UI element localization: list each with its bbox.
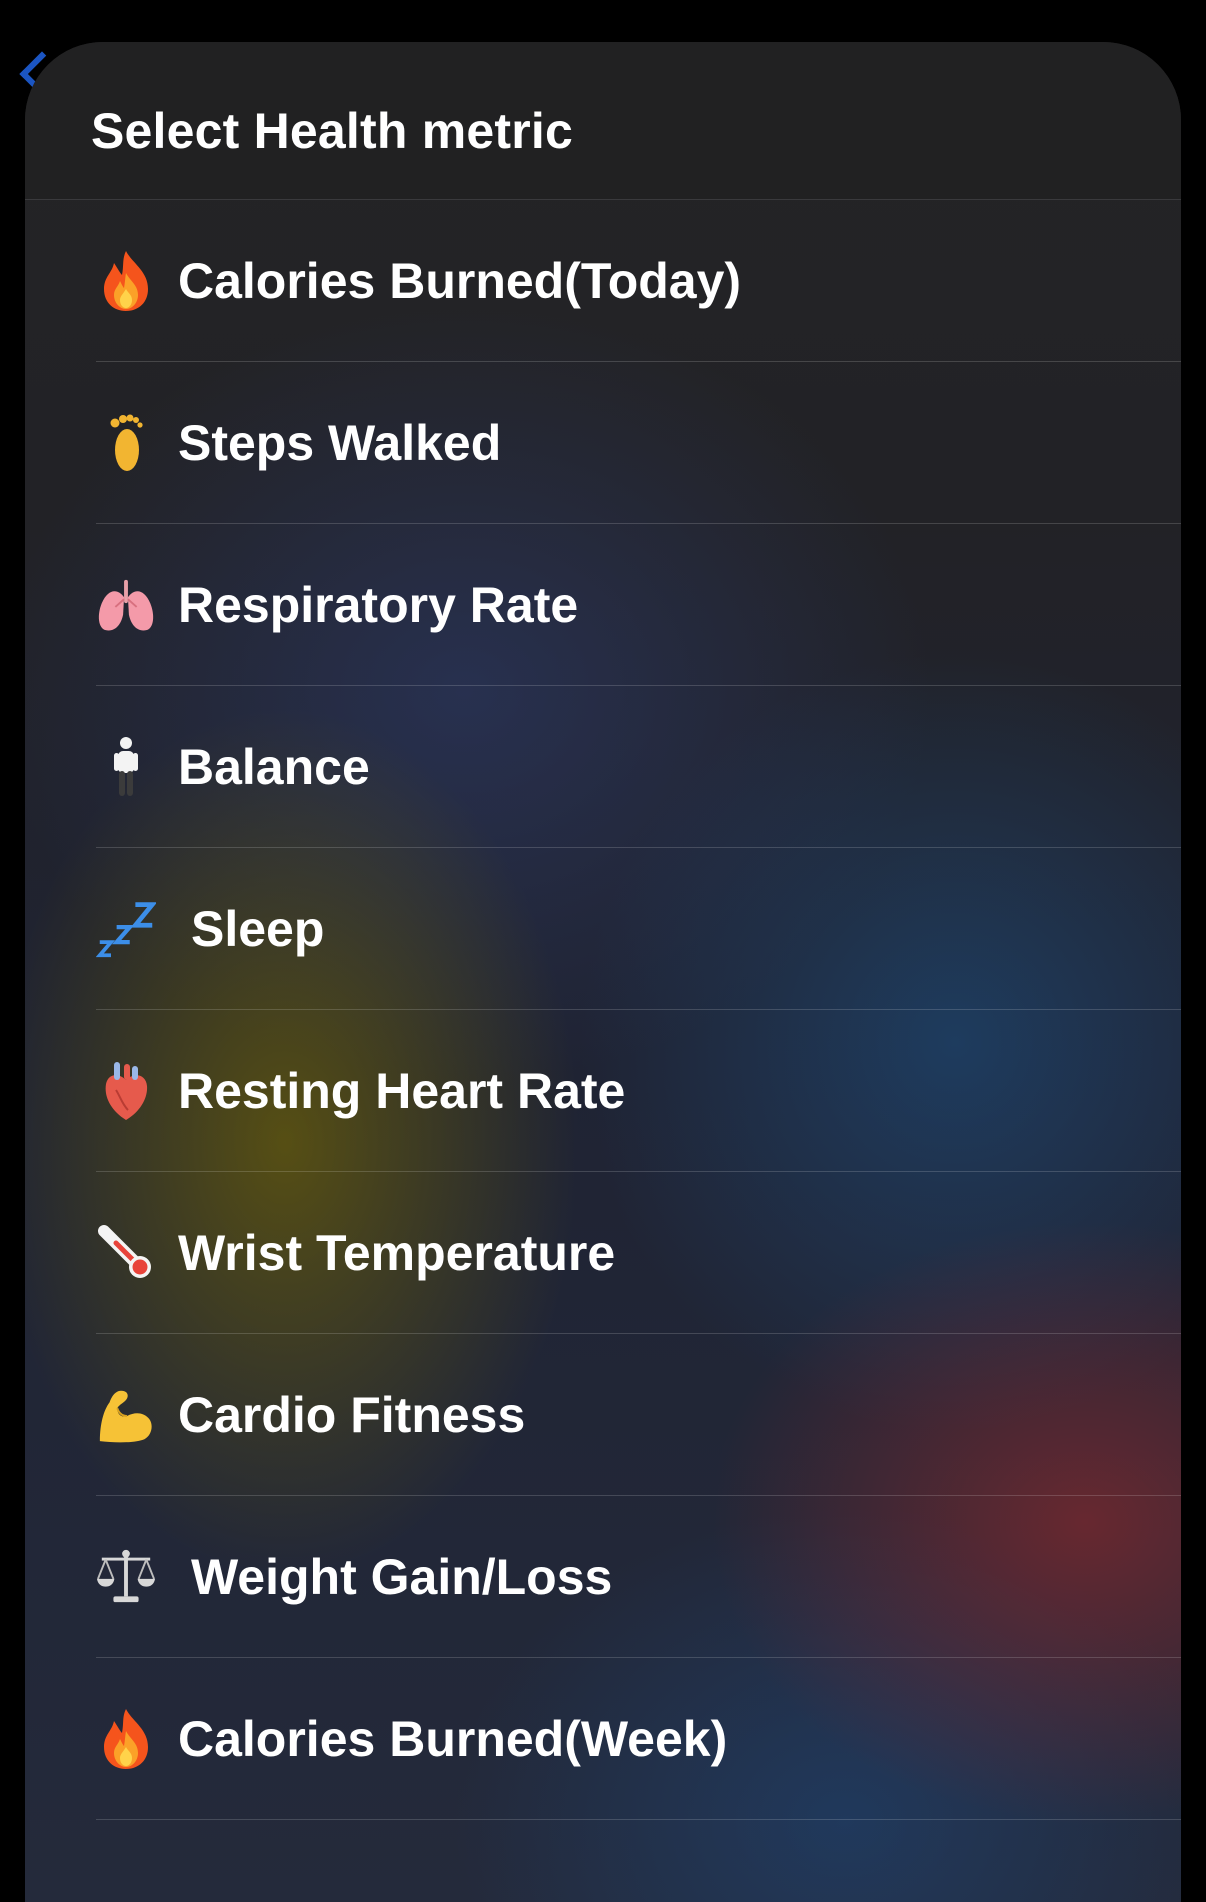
footprint-icon (96, 362, 156, 524)
metric-label: Respiratory Rate (178, 577, 579, 633)
metric-label: Calories Burned(Week) (178, 1711, 728, 1767)
lungs-icon (96, 524, 156, 686)
metric-label: Sleep (191, 901, 325, 957)
list-item-cardio-fitness[interactable]: Cardio Fitness (25, 1334, 1181, 1496)
flexed-biceps-icon (96, 1334, 156, 1496)
list-item-balance[interactable]: Balance (25, 686, 1181, 848)
metric-label: Wrist Temperature (178, 1225, 616, 1281)
list-item-steps[interactable]: Steps Walked (25, 362, 1181, 524)
list-item-wrist-temperature[interactable]: Wrist Temperature (25, 1172, 1181, 1334)
anatomical-heart-icon (96, 1010, 156, 1172)
metric-label: Resting Heart Rate (178, 1063, 626, 1119)
list-item-calories-today[interactable]: Calories Burned(Today) (25, 200, 1181, 362)
zzz-icon (96, 848, 156, 1010)
sheet-header: Select Health metric (25, 42, 1181, 200)
metric-list: Calories Burned(Today) Steps Walked Resp… (25, 200, 1181, 1820)
list-item-calories-week[interactable]: Calories Burned(Week) (25, 1658, 1181, 1820)
standing-person-icon (96, 686, 156, 848)
metric-label: Weight Gain/Loss (191, 1549, 613, 1605)
thermometer-icon (96, 1172, 156, 1334)
page-title: Select Health metric (91, 103, 573, 159)
metric-label: Cardio Fitness (178, 1387, 526, 1443)
list-item-resting-heart-rate[interactable]: Resting Heart Rate (25, 1010, 1181, 1172)
metric-label: Steps Walked (178, 415, 502, 471)
metric-label: Calories Burned(Today) (178, 253, 742, 309)
fire-icon (96, 200, 156, 362)
list-item-respiratory-rate[interactable]: Respiratory Rate (25, 524, 1181, 686)
list-item-sleep[interactable]: Sleep (25, 848, 1181, 1010)
list-item-weight[interactable]: Weight Gain/Loss (25, 1496, 1181, 1658)
metric-picker-sheet: Select Health metric Calories Burned(Tod… (25, 42, 1181, 1902)
metric-label: Balance (178, 739, 370, 795)
balance-scale-icon (96, 1496, 156, 1658)
fire-icon (96, 1658, 156, 1820)
